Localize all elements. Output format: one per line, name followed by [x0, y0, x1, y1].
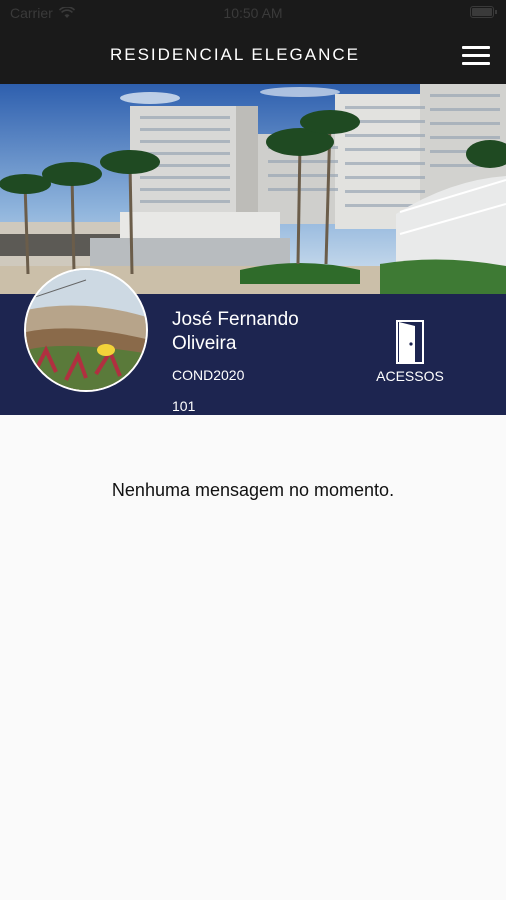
access-button[interactable]: ACESSOS — [370, 320, 450, 384]
page-title: RESIDENCIAL ELEGANCE — [109, 45, 361, 64]
unit-number: 101 — [172, 398, 196, 414]
hamburger-menu-icon[interactable] — [462, 46, 490, 66]
status-time: 10:50 AM — [223, 5, 283, 21]
building-banner-image — [0, 84, 506, 294]
battery-icon — [470, 6, 497, 18]
condominium-code: COND2020 — [172, 367, 245, 383]
status-bar: Carrier 10:50 AM — [0, 0, 506, 26]
nav-bar: RESIDENCIAL ELEGANCE — [0, 26, 506, 84]
door-icon — [396, 320, 424, 364]
empty-message: Nenhuma mensagem no momento. — [111, 480, 395, 500]
user-name: José Fernando Oliveira — [172, 309, 299, 354]
avatar[interactable] — [24, 268, 148, 392]
profile-card: José Fernando Oliveira COND2020 101 ACES… — [0, 268, 506, 415]
access-label: ACESSOS — [376, 368, 444, 384]
